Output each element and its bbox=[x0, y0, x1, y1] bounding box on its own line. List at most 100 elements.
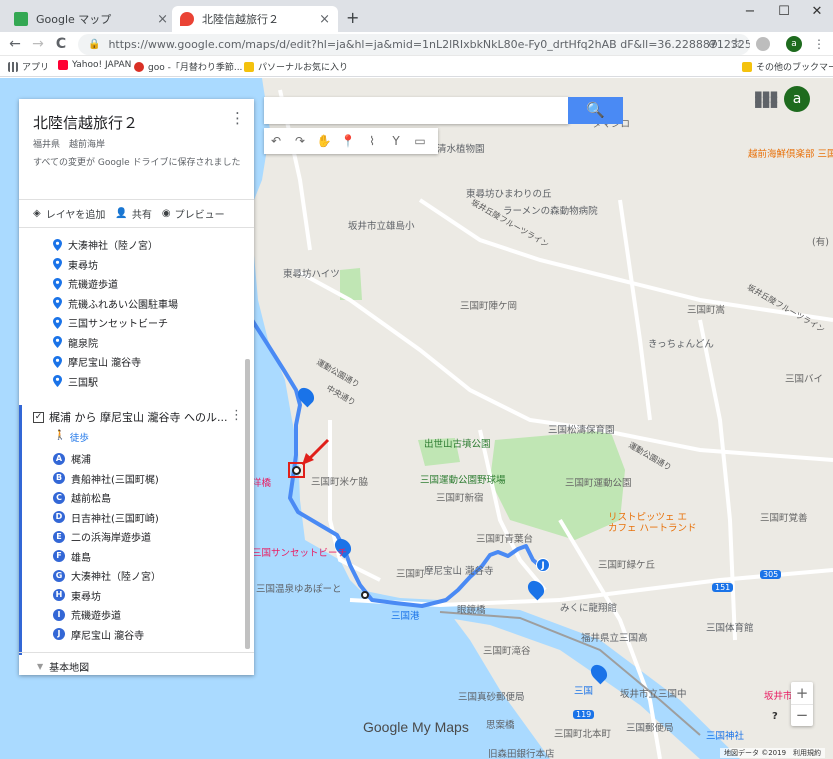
chrome-menu-icon[interactable]: ⋮ bbox=[810, 35, 828, 53]
map-search-input[interactable] bbox=[264, 97, 569, 124]
map-label[interactable]: 坂井市立雄島小 bbox=[348, 218, 415, 232]
map-label[interactable]: 東尋坊ハイツ bbox=[283, 266, 340, 280]
map-label[interactable]: 三国町米ケ脇 bbox=[311, 474, 368, 488]
route-layer-header[interactable]: ✓ 梶浦 から 摩尼宝山 瀧谷寺 へのル... bbox=[33, 409, 233, 425]
hand-icon[interactable]: ✋ bbox=[312, 134, 336, 148]
map-label[interactable]: 出世山古墳公園 bbox=[424, 436, 491, 450]
map-label[interactable]: 越前海鮮倶楽部 三国本店 bbox=[748, 146, 833, 160]
map-label[interactable]: 三国町嵩 bbox=[687, 302, 725, 316]
bookmark-apps[interactable]: アプリ bbox=[8, 60, 49, 73]
map-label[interactable]: 清水植物園 bbox=[437, 141, 485, 155]
address-bar[interactable]: 🔒 https://www.google.com/maps/d/edit?hl=… bbox=[78, 34, 750, 55]
account-avatar[interactable]: a bbox=[784, 86, 810, 112]
place-list-item[interactable]: 東尋坊 bbox=[19, 255, 254, 274]
map-label[interactable]: ラーメンの森動物病院 bbox=[503, 203, 598, 217]
extension-icon[interactable] bbox=[756, 37, 770, 51]
star-icon[interactable]: ☆ bbox=[727, 35, 745, 53]
route-stop-item[interactable]: E 二の浜海岸遊歩道 bbox=[19, 527, 254, 546]
map-label[interactable]: 三国町覚善 bbox=[760, 510, 808, 524]
route-stop-item[interactable]: H 東尋坊 bbox=[19, 586, 254, 605]
map-title[interactable]: 北陸信越旅行２ bbox=[33, 112, 138, 133]
map-label[interactable]: 洋橋 bbox=[252, 475, 271, 489]
forward-button[interactable]: → bbox=[29, 35, 47, 53]
map-label[interactable]: リストピッツェ エ カフェ ハートランド bbox=[608, 512, 698, 534]
map-description[interactable]: 福井県 越前海岸 bbox=[33, 137, 105, 150]
route-waypoint[interactable] bbox=[361, 591, 369, 599]
maximize-button[interactable]: ☐ bbox=[770, 4, 798, 24]
share-button[interactable]: 👤 共有 bbox=[115, 206, 151, 221]
map-label[interactable]: 東尋坊ひまわりの丘 bbox=[466, 186, 552, 200]
place-list-item[interactable]: 荒磯ふれあい公園駐車場 bbox=[19, 294, 254, 313]
tab-close-icon[interactable]: × bbox=[319, 12, 330, 27]
layer-visibility-checkbox[interactable]: ✓ bbox=[33, 411, 44, 423]
tab-close-icon[interactable]: × bbox=[157, 12, 168, 27]
map-label[interactable]: 三国体育館 bbox=[706, 620, 754, 634]
route-waypoint[interactable] bbox=[292, 466, 301, 475]
ruler-icon[interactable]: ▭ bbox=[408, 134, 432, 148]
map-label[interactable]: 三国町滝谷 bbox=[483, 643, 531, 657]
route-stop-item[interactable]: I 荒磯遊歩道 bbox=[19, 605, 254, 624]
route-stop-item[interactable]: D 日吉神社(三国町崎) bbox=[19, 508, 254, 527]
map-label[interactable]: 眼鏡橋 bbox=[457, 602, 486, 616]
add-layer-button[interactable]: ◈ レイヤを追加 bbox=[33, 206, 105, 221]
map-label[interactable]: 三国町北本町 bbox=[554, 726, 611, 740]
map-label[interactable]: みくに龍翔館 bbox=[560, 600, 617, 614]
back-button[interactable]: ← bbox=[6, 35, 24, 53]
map-label[interactable]: 三国バイ bbox=[785, 371, 823, 385]
place-list-item[interactable]: 大湊神社（陸ノ宮） bbox=[19, 235, 254, 254]
apps-grid-icon[interactable]: ▪▪▪ ▪▪▪ ▪▪▪ bbox=[754, 88, 778, 111]
reload-button[interactable]: C bbox=[52, 35, 70, 53]
map-label[interactable]: 三国町青葉台 bbox=[476, 531, 533, 545]
map-label[interactable]: (有) bbox=[812, 234, 829, 248]
travel-mode[interactable]: 🚶 徒歩 bbox=[54, 430, 89, 444]
map-label[interactable]: 三国 bbox=[574, 683, 593, 697]
directions-icon[interactable]: Y bbox=[384, 134, 408, 148]
tab-my-maps[interactable]: 北陸信越旅行２ × bbox=[172, 6, 338, 32]
zoom-icon[interactable]: ⊕ bbox=[704, 35, 722, 53]
map-attribution[interactable]: 地図データ ©2019 利用規約 bbox=[720, 748, 826, 758]
bookmark-yahoo[interactable]: Yahoo! JAPAN bbox=[58, 60, 131, 70]
map-label[interactable]: 三国温泉ゆあぽーと bbox=[256, 581, 342, 595]
search-button[interactable]: 🔍 bbox=[568, 97, 623, 124]
map-label[interactable]: 三国郵便局 bbox=[626, 720, 674, 734]
tab-google-maps[interactable]: Google マップ × bbox=[6, 6, 176, 32]
route-stop-item[interactable]: F 雄島 bbox=[19, 547, 254, 566]
undo-icon[interactable]: ↶ bbox=[264, 134, 288, 148]
map-label[interactable]: 三国港 bbox=[391, 608, 420, 622]
base-map-toggle[interactable]: ▼ 基本地図 bbox=[37, 659, 89, 674]
layer-list[interactable]: 大湊神社（陸ノ宮） 東尋坊 荒磯遊歩道 荒磯ふれあい公園駐車場 三国サンセットビーチ 龍泉… bbox=[19, 229, 254, 675]
map-label[interactable]: 三国町運動公園 bbox=[565, 475, 632, 489]
help-icon[interactable]: ? bbox=[772, 711, 778, 722]
preview-button[interactable]: ◉ プレビュー bbox=[162, 206, 225, 221]
close-window-button[interactable]: ✕ bbox=[803, 4, 831, 24]
place-list-item[interactable]: 摩尼宝山 瀧谷寺 bbox=[19, 352, 254, 371]
zoom-out-button[interactable]: − bbox=[791, 704, 813, 726]
draw-line-icon[interactable]: ⌇ bbox=[360, 134, 384, 148]
bookmark-folder-personal[interactable]: パソーナルお気に入り bbox=[244, 60, 348, 73]
route-stop-item[interactable]: C 越前松島 bbox=[19, 488, 254, 507]
map-label[interactable]: 思案橋 bbox=[486, 717, 515, 731]
zoom-in-button[interactable]: + bbox=[791, 682, 813, 704]
redo-icon[interactable]: ↷ bbox=[288, 134, 312, 148]
map-label[interactable]: 摩尼宝山 瀧谷寺 bbox=[424, 563, 494, 577]
map-label[interactable]: 三国町緑ケ丘 bbox=[598, 557, 655, 571]
bookmark-other[interactable]: その他のブックマーク bbox=[742, 60, 833, 73]
place-list-item[interactable]: 荒磯遊歩道 bbox=[19, 274, 254, 293]
map-label[interactable]: 三国町 bbox=[396, 566, 425, 580]
place-list-item[interactable]: 三国駅 bbox=[19, 372, 254, 391]
map-label[interactable]: 福井県立三国高 bbox=[581, 630, 648, 644]
map-label[interactable]: 三国松濤保育園 bbox=[548, 422, 615, 436]
map-label[interactable]: 三国町新宿 bbox=[436, 490, 484, 504]
map-options-menu-icon[interactable]: ⋮ bbox=[230, 109, 245, 127]
map-label[interactable]: きっちょんどん bbox=[648, 336, 714, 350]
map-label[interactable]: 坂井市立三国中 bbox=[620, 686, 687, 700]
place-list-item[interactable]: 龍泉院 bbox=[19, 333, 254, 352]
panel-scrollbar[interactable] bbox=[245, 359, 250, 649]
map-label[interactable]: 三国運動公園野球場 bbox=[420, 472, 506, 486]
route-stop-item[interactable]: A 梶浦 bbox=[19, 449, 254, 468]
place-list-item[interactable]: 三国サンセットビーチ bbox=[19, 313, 254, 332]
profile-avatar[interactable]: a bbox=[786, 36, 802, 52]
bookmark-goo[interactable]: goo -「月替わり季節... bbox=[134, 60, 242, 73]
route-stop-item[interactable]: G 大湊神社（陸ノ宮） bbox=[19, 566, 254, 585]
minimize-button[interactable]: − bbox=[736, 4, 764, 24]
